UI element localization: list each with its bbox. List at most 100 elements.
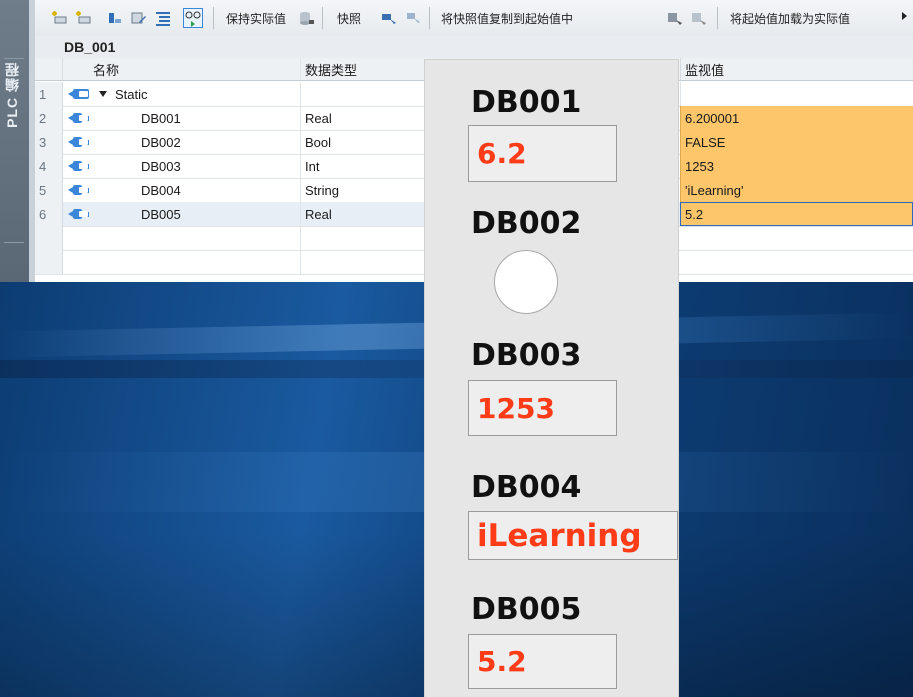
copy-snapshot-to-start-button[interactable]: 将快照值复制到起始值中 [441,8,573,28]
name-cell[interactable]: DB005 [89,202,301,226]
load-start-icon-button[interactable] [667,8,683,28]
plc-programming-side-tab[interactable]: PLC 编程 [0,0,29,282]
toolbar-separator [429,7,430,29]
edit-icon [131,12,146,24]
name-cell[interactable] [89,226,301,250]
list-icon [156,12,170,26]
db004-label: DB004 [471,470,582,505]
db-title-bar: DB_001 [35,36,913,59]
row-number: 6 [35,202,63,226]
row-icon-cell [63,106,89,130]
type-cell[interactable]: String [301,178,425,202]
load-icon [668,13,682,25]
icon-header [63,58,89,80]
toolbar-separator [717,7,718,29]
db-title: DB_001 [64,39,116,55]
toolbar: 保持实际值 快照 将快照值复制到起始值中 将起始值加载为实际值 [35,0,913,37]
toolbar-separator [213,7,214,29]
insert-row-button[interactable] [51,8,67,28]
collapse-triangle-icon[interactable] [99,91,107,97]
keep-actual-values-label: 保持实际值 [226,11,287,26]
db001-io-field[interactable]: 6.2 [468,125,617,182]
type-cell[interactable]: Real [301,106,425,130]
load-alt-icon [692,13,706,25]
db002-label: DB002 [471,206,582,241]
chevron-right-icon [902,12,907,20]
load-start-as-actual-button[interactable]: 将起始值加载为实际值 [730,8,850,28]
monitor-all-button[interactable] [183,8,203,28]
type-cell[interactable] [301,82,425,106]
row-icon-cell [63,202,89,226]
add-row-button[interactable] [75,8,91,28]
edit-button[interactable] [131,8,147,28]
row-icon-cell [63,178,89,202]
db003-label: DB003 [471,338,582,373]
db-interface-icon [67,209,89,219]
snapshot-label: 快照 [337,11,362,26]
name-cell[interactable]: DB001 [89,106,301,130]
type-cell[interactable]: Int [301,154,425,178]
row-icon-cell [63,82,89,106]
db005-io-field[interactable]: 5.2 [468,634,617,689]
monitor-column-header[interactable]: 监视值 [680,58,913,80]
expand-button[interactable] [107,8,123,28]
monitor-cell[interactable]: 5.2 [680,202,913,226]
type-cell[interactable]: Real [301,202,425,226]
db003-io-field[interactable]: 1253 [468,380,617,436]
name-cell[interactable]: DB004 [89,178,301,202]
snapshot-button[interactable]: 快照 [337,8,361,28]
toolbar-separator [322,7,323,29]
monitor-cell [680,82,913,106]
name-column-header[interactable]: 名称 [89,58,301,80]
monitor-cell: FALSE [680,130,913,154]
db-interface-icon [67,137,89,147]
copy-snapshot-to-start-label: 将快照值复制到起始值中 [441,11,574,26]
db005-label: DB005 [471,592,582,627]
side-tab-divider [4,242,24,243]
expand-icon [109,13,121,23]
type-cell[interactable]: Bool [301,130,425,154]
name-cell[interactable] [89,250,301,274]
list-view-button[interactable] [155,8,171,28]
camera-icon [407,13,420,23]
db-interface-icon [67,113,89,123]
glasses-icon [183,8,203,28]
db002-indicator-lamp [494,250,558,314]
monitor-cell: 1253 [680,154,913,178]
hmi-runtime-panel: DB001 6.2 DB002 DB003 1253 DB004 iLearni… [425,60,678,697]
row-number: 1 [35,82,63,106]
row-number [35,250,63,274]
row-number-header [35,58,63,80]
db-interface-icon [68,89,89,99]
monitor-cell: 6.200001 [680,106,913,130]
keep-actual-values-button[interactable]: 保持实际值 [226,8,286,28]
name-text: Static [115,86,148,102]
load-start-as-actual-label: 将起始值加载为实际值 [730,11,851,26]
row-icon-cell [63,130,89,154]
copy-snapshot-icon-button[interactable] [381,8,397,28]
insert-row-icon [52,11,67,24]
camera-copy-icon [382,14,396,24]
snapshot-db-button[interactable] [299,8,315,28]
db001-label: DB001 [471,85,582,120]
row-number: 4 [35,154,63,178]
row-number: 3 [35,130,63,154]
db004-io-field[interactable]: iLearning [468,511,678,560]
name-cell[interactable]: DB003 [89,154,301,178]
name-cell[interactable]: DB002 [89,130,301,154]
copy-snapshot-alt-button[interactable] [405,8,421,28]
monitor-cell: 'iLearning' [680,178,913,202]
name-cell[interactable]: Static [89,82,301,106]
load-start-alt-button[interactable] [691,8,707,28]
row-number: 2 [35,106,63,130]
type-column-header[interactable]: 数据类型 [301,58,425,80]
db-interface-icon [67,161,89,171]
database-snapshot-icon [300,12,314,25]
side-tab-label: PLC 编程 [4,62,20,128]
add-row-icon [76,11,91,24]
toolbar-overflow-button[interactable] [901,6,909,26]
side-tab-divider [4,58,24,59]
row-icon-cell [63,154,89,178]
row-number: 5 [35,178,63,202]
row-number [35,226,63,250]
